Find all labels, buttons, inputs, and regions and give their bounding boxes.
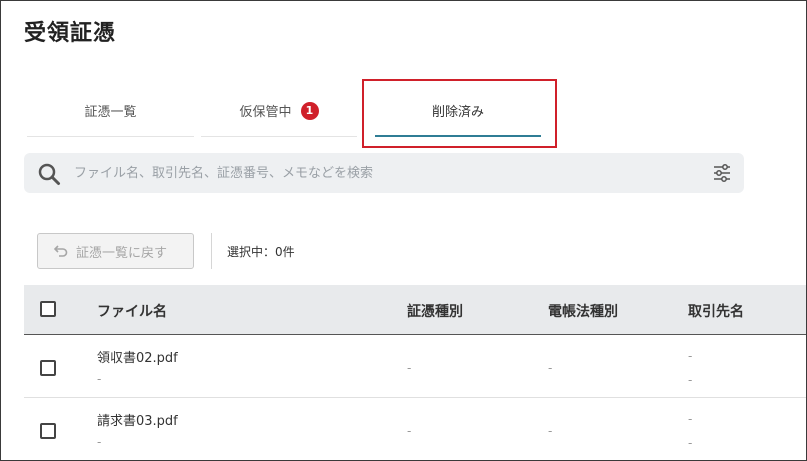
select-all-checkbox[interactable] [40, 301, 56, 317]
tab-bar: 証憑一覧 仮保管中 1 削除済み [27, 85, 557, 141]
restore-button-label: 証憑一覧に戻す [76, 245, 168, 261]
tab-deleted[interactable]: 削除済み [375, 85, 541, 137]
partner-sub: - [688, 436, 693, 450]
partner-name: - [688, 412, 693, 426]
tab-label: 証憑一覧 [84, 105, 137, 120]
column-header-voucher-type[interactable]: 証憑種別 [407, 301, 463, 321]
search-icon [38, 163, 60, 185]
partner-name: - [688, 349, 693, 363]
selection-count: 選択中：0件 [227, 245, 295, 259]
ledger-type: - [548, 361, 553, 375]
tab-label: 仮保管中 [239, 105, 292, 120]
tab-voucher-list[interactable]: 証憑一覧 [27, 85, 194, 137]
search-bar [24, 153, 744, 193]
table-row[interactable]: 領収書02.pdf - - - - - [24, 335, 806, 398]
toolbar-divider [211, 233, 212, 269]
search-input[interactable] [74, 159, 674, 187]
filter-sliders-icon[interactable] [712, 163, 732, 183]
page-title: 受領証憑 [24, 21, 117, 46]
column-header-partner[interactable]: 取引先名 [688, 301, 744, 321]
count-badge: 1 [300, 101, 319, 120]
row-checkbox[interactable] [40, 360, 56, 376]
table-header: ファイル名 証憑種別 電帳法種別 取引先名 [24, 285, 806, 335]
tab-temporary-storage[interactable]: 仮保管中 1 [201, 85, 357, 137]
voucher-type: - [407, 361, 412, 375]
voucher-table: ファイル名 証憑種別 電帳法種別 取引先名 領収書02.pdf - - - - … [24, 285, 806, 460]
undo-arrow-icon [54, 245, 68, 257]
app-window: 受領証憑 証憑一覧 仮保管中 1 削除済み ファイル名、取引先名、証憑番号、メモ… [0, 0, 807, 461]
tab-label: 削除済み [431, 104, 484, 120]
file-sub: - [97, 372, 102, 386]
ledger-type: - [548, 424, 553, 438]
file-name[interactable]: 請求書03.pdf [97, 410, 178, 429]
partner-sub: - [688, 373, 693, 387]
file-sub: - [97, 435, 102, 449]
column-header-file-name[interactable]: ファイル名 [97, 301, 167, 321]
table-row[interactable]: 請求書03.pdf - - - - - [24, 398, 806, 460]
row-checkbox[interactable] [40, 423, 56, 439]
column-header-ledger-type[interactable]: 電帳法種別 [548, 301, 618, 321]
restore-to-list-button[interactable]: 証憑一覧に戻す [37, 233, 194, 269]
file-name[interactable]: 領収書02.pdf [97, 347, 178, 366]
voucher-type: - [407, 424, 412, 438]
